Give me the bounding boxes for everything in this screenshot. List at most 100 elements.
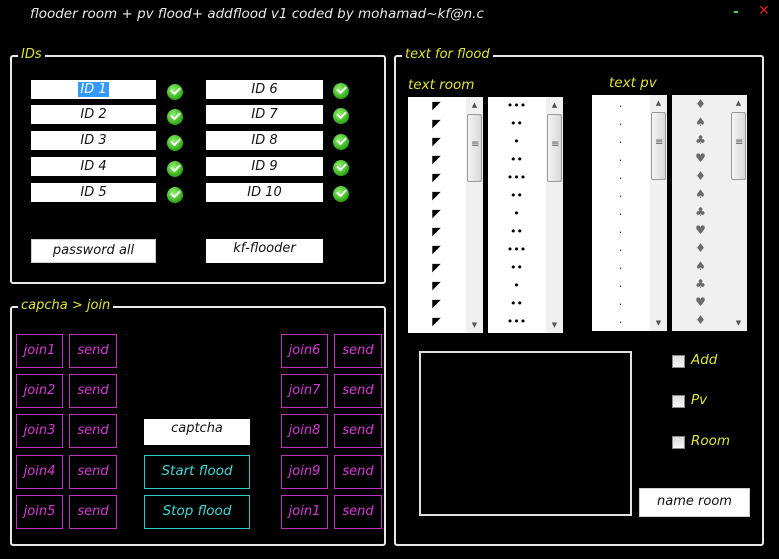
list-item[interactable]: ◤ — [408, 313, 465, 331]
send-button-4[interactable]: send — [69, 455, 117, 489]
list-item[interactable]: . — [592, 149, 649, 167]
list-item[interactable]: •• — [488, 115, 545, 133]
close-icon[interactable]: ✕ — [758, 3, 770, 19]
scroll-up-icon[interactable]: ▲ — [730, 95, 747, 111]
list-item[interactable]: ♦ — [672, 311, 729, 329]
password-all-button[interactable]: password all — [31, 239, 156, 263]
stop-flood-button[interactable]: Stop flood — [144, 495, 250, 529]
add-checkbox[interactable] — [672, 355, 685, 368]
scrollbar[interactable]: ▲▼ — [650, 95, 667, 331]
send-button-1[interactable]: send — [69, 334, 117, 368]
list-item[interactable]: ◤ — [408, 295, 465, 313]
room-checkbox[interactable] — [672, 436, 685, 449]
list-item[interactable]: •• — [488, 259, 545, 277]
list-item[interactable]: ••• — [488, 169, 545, 187]
join2-button[interactable]: join2 — [16, 374, 63, 408]
join5-button[interactable]: join5 — [16, 495, 63, 529]
list-item[interactable]: ◤ — [408, 241, 465, 259]
list-item[interactable]: ◤ — [408, 205, 465, 223]
join9-button[interactable]: join9 — [281, 455, 328, 489]
list-item[interactable]: • — [488, 277, 545, 295]
scrollbar[interactable]: ▲▼ — [546, 97, 563, 333]
id-field-10[interactable]: ID 10 — [206, 183, 323, 202]
room-list-2[interactable]: ••••••••••••••••••••••••••• ▲▼ — [488, 97, 563, 333]
join1-button[interactable]: join1 — [16, 334, 63, 368]
scroll-down-icon[interactable]: ▼ — [730, 315, 747, 331]
id-field-4[interactable]: ID 4 — [31, 157, 156, 176]
id-field-7[interactable]: ID 7 — [206, 105, 323, 124]
id-field-1[interactable]: ID 1 — [31, 80, 156, 99]
scroll-down-icon[interactable]: ▼ — [546, 317, 563, 333]
send-button-2[interactable]: send — [69, 374, 117, 408]
id-field-9[interactable]: ID 9 — [206, 157, 323, 176]
list-item[interactable]: •• — [488, 295, 545, 313]
list-item[interactable]: ◤ — [408, 169, 465, 187]
send-button-10[interactable]: send — [334, 495, 382, 529]
list-item[interactable]: ◤ — [408, 223, 465, 241]
pv-list-1[interactable]: ............. ▲▼ — [592, 95, 667, 331]
list-item[interactable]: ◤ — [408, 115, 465, 133]
send-button-8[interactable]: send — [334, 414, 382, 448]
list-item[interactable]: ••• — [488, 313, 545, 331]
list-item[interactable]: ♥ — [672, 149, 729, 167]
name-room-button[interactable]: name room — [639, 488, 750, 517]
id-field-5[interactable]: ID 5 — [31, 183, 156, 202]
scroll-up-icon[interactable]: ▲ — [466, 97, 483, 113]
list-item[interactable]: . — [592, 221, 649, 239]
list-item[interactable]: ♦ — [672, 239, 729, 257]
list-item[interactable]: ♥ — [672, 293, 729, 311]
list-item[interactable]: ◤ — [408, 133, 465, 151]
kf-flooder-field[interactable]: kf-flooder — [206, 239, 323, 263]
pv-list-2[interactable]: ♦♠♣♥♦♠♣♥♦♠♣♥♦ ▲▼ — [672, 95, 747, 331]
list-item[interactable]: •• — [488, 187, 545, 205]
list-item[interactable]: . — [592, 131, 649, 149]
list-item[interactable]: . — [592, 203, 649, 221]
list-item[interactable]: ••• — [488, 241, 545, 259]
list-item[interactable]: . — [592, 239, 649, 257]
send-button-6[interactable]: send — [334, 334, 382, 368]
list-item[interactable]: • — [488, 133, 545, 151]
list-item[interactable]: ♦ — [672, 167, 729, 185]
id-field-6[interactable]: ID 6 — [206, 80, 323, 99]
start-flood-button[interactable]: Start flood — [144, 455, 250, 489]
list-item[interactable]: ♠ — [672, 113, 729, 131]
list-item[interactable]: . — [592, 257, 649, 275]
list-item[interactable]: ♣ — [672, 203, 729, 221]
scroll-down-icon[interactable]: ▼ — [466, 317, 483, 333]
send-button-3[interactable]: send — [69, 414, 117, 448]
join10-button[interactable]: join1 — [281, 495, 328, 529]
minimize-icon[interactable]: - — [733, 4, 739, 20]
room-list-1[interactable]: ◤◤◤◤◤◤◤◤◤◤◤◤◤ ▲▼ — [408, 97, 483, 333]
list-item[interactable]: • — [488, 205, 545, 223]
scrollbar[interactable]: ▲▼ — [730, 95, 747, 331]
scroll-up-icon[interactable]: ▲ — [546, 97, 563, 113]
id-field-3[interactable]: ID 3 — [31, 131, 156, 150]
list-item[interactable]: . — [592, 167, 649, 185]
list-item[interactable]: •• — [488, 223, 545, 241]
scroll-thumb[interactable] — [467, 114, 482, 182]
scroll-thumb[interactable] — [731, 112, 746, 180]
id-field-8[interactable]: ID 8 — [206, 131, 323, 150]
captcha-field[interactable]: captcha — [144, 419, 250, 445]
join3-button[interactable]: join3 — [16, 414, 63, 448]
scrollbar[interactable]: ▲▼ — [466, 97, 483, 333]
list-item[interactable]: ♠ — [672, 257, 729, 275]
send-button-7[interactable]: send — [334, 374, 382, 408]
list-item[interactable]: ♥ — [672, 221, 729, 239]
join7-button[interactable]: join7 — [281, 374, 328, 408]
list-item[interactable]: . — [592, 185, 649, 203]
scroll-down-icon[interactable]: ▼ — [650, 315, 667, 331]
list-item[interactable]: ◤ — [408, 151, 465, 169]
list-item[interactable]: . — [592, 275, 649, 293]
list-item[interactable]: ♣ — [672, 131, 729, 149]
scroll-up-icon[interactable]: ▲ — [650, 95, 667, 111]
send-button-5[interactable]: send — [69, 495, 117, 529]
output-area[interactable] — [419, 351, 632, 516]
scroll-thumb[interactable] — [547, 114, 562, 182]
pv-checkbox[interactable] — [672, 395, 685, 408]
join6-button[interactable]: join6 — [281, 334, 328, 368]
list-item[interactable]: ◤ — [408, 277, 465, 295]
join8-button[interactable]: join8 — [281, 414, 328, 448]
list-item[interactable]: ••• — [488, 97, 545, 115]
list-item[interactable]: ◤ — [408, 97, 465, 115]
